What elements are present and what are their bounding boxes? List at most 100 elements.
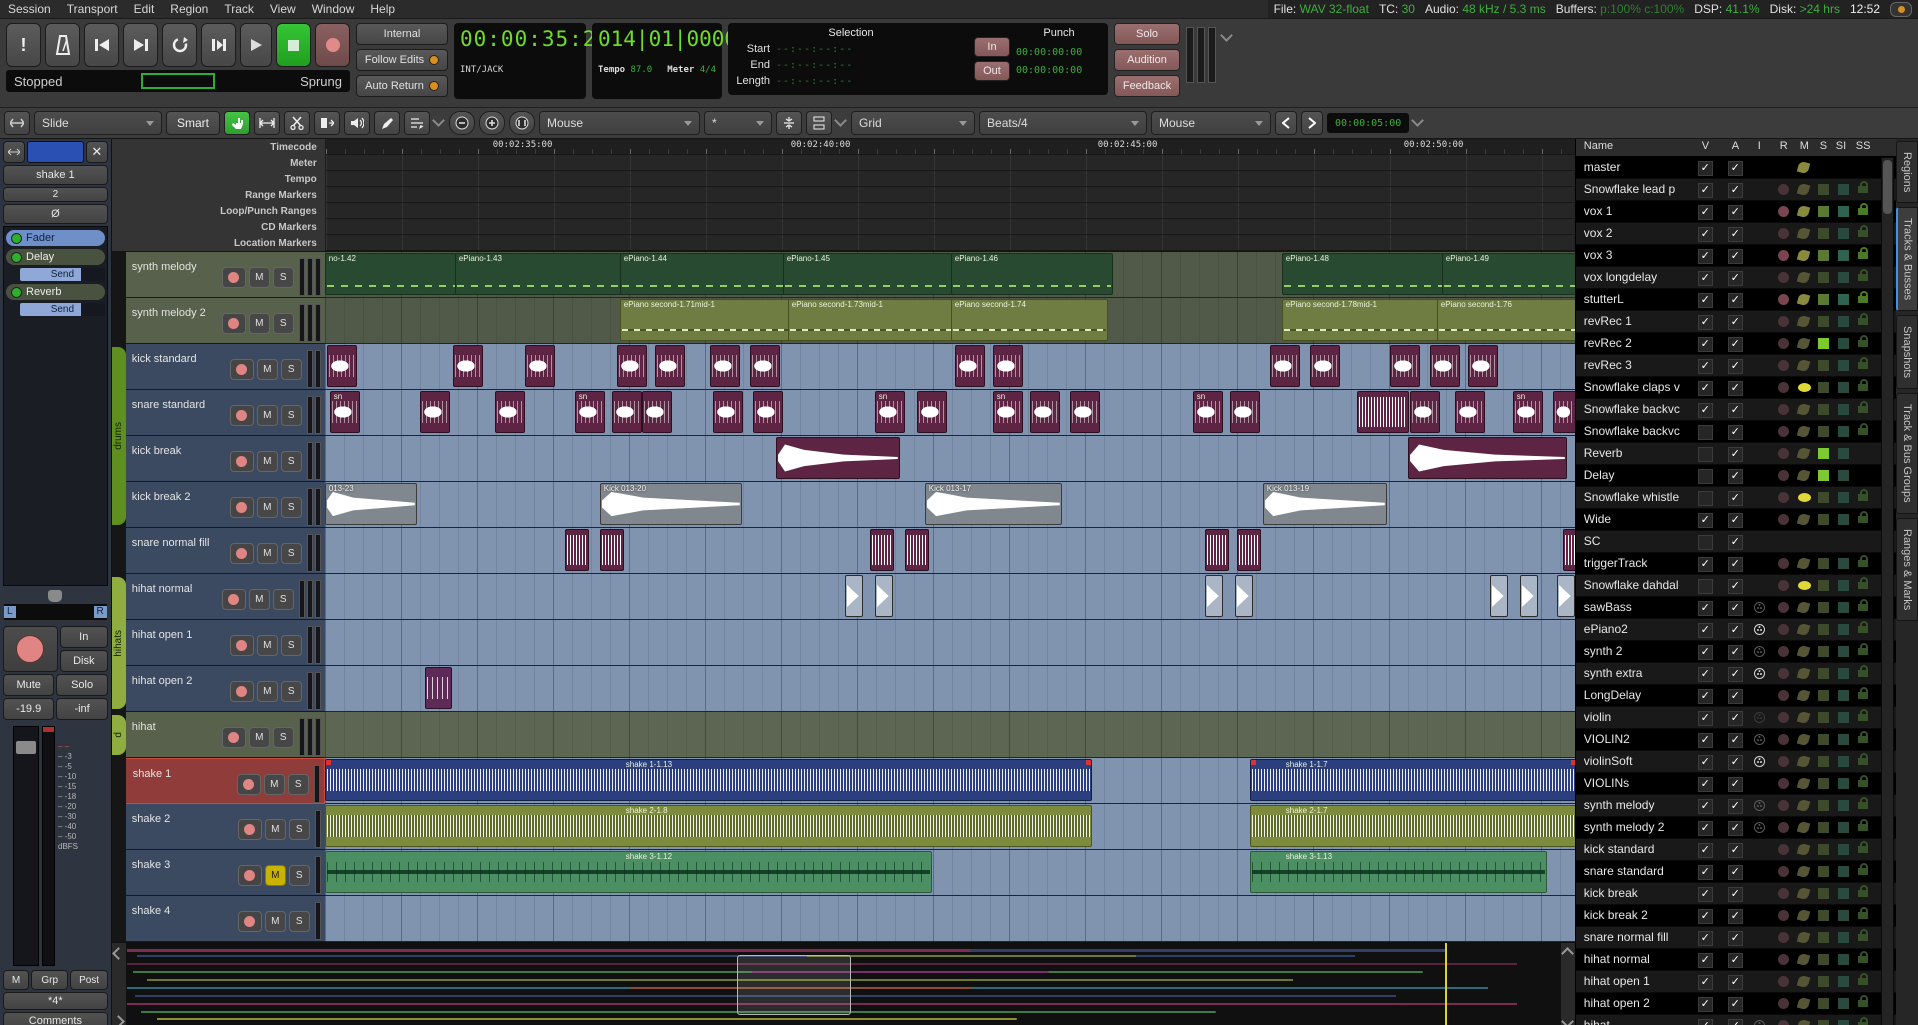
menu-view[interactable]: View bbox=[262, 2, 304, 16]
zoom-in-button[interactable] bbox=[479, 111, 505, 135]
ruler-label-range-markers[interactable]: Range Markers bbox=[112, 187, 325, 203]
track-record-button[interactable] bbox=[222, 267, 246, 288]
visible-checkbox[interactable] bbox=[1698, 535, 1713, 550]
track-lane[interactable] bbox=[325, 666, 1575, 712]
visible-checkbox[interactable]: ✓ bbox=[1698, 843, 1713, 858]
track-solo-button[interactable]: S bbox=[289, 911, 310, 932]
side-tab-snapshots[interactable]: Snapshots bbox=[1896, 315, 1918, 389]
region[interactable] bbox=[955, 345, 985, 387]
visible-checkbox[interactable]: ✓ bbox=[1698, 931, 1713, 946]
track-list-row[interactable]: LongDelay✓✓ bbox=[1576, 685, 1896, 707]
track-list-row[interactable]: Reverb✓ bbox=[1576, 443, 1896, 465]
range-tool-button[interactable] bbox=[254, 111, 280, 135]
track-list-row[interactable]: vox 2✓✓ bbox=[1576, 223, 1896, 245]
active-checkbox[interactable]: ✓ bbox=[1728, 821, 1743, 836]
smart-mode-button[interactable]: Smart bbox=[166, 111, 220, 135]
track-record-button[interactable] bbox=[230, 359, 254, 380]
track-header[interactable]: shake 3MS bbox=[112, 850, 325, 896]
track-header[interactable]: shake 1MS bbox=[112, 758, 325, 804]
col-si[interactable]: SI bbox=[1836, 140, 1846, 152]
scroll-down-icon[interactable] bbox=[1561, 1015, 1574, 1025]
region[interactable]: ePiano-1.46 bbox=[951, 253, 1113, 295]
track-list-row[interactable]: synth melody 2✓✓ bbox=[1576, 817, 1896, 839]
visible-checkbox[interactable]: ✓ bbox=[1698, 799, 1713, 814]
strip-color-swatch[interactable] bbox=[27, 141, 84, 163]
track-record-button[interactable] bbox=[237, 774, 261, 795]
strip-solo-button[interactable]: Solo bbox=[56, 674, 107, 696]
track-mute-button[interactable]: M bbox=[257, 635, 278, 656]
region[interactable]: ePiano-1.48 bbox=[1282, 253, 1444, 295]
track-list-row[interactable]: Snowflake backvc✓✓ bbox=[1576, 399, 1896, 421]
active-checkbox[interactable]: ✓ bbox=[1728, 183, 1743, 198]
solo-button[interactable]: Solo bbox=[1114, 23, 1180, 45]
region[interactable] bbox=[612, 391, 642, 433]
visible-checkbox[interactable]: ✓ bbox=[1698, 227, 1713, 242]
region[interactable]: shake 2-1.7 bbox=[1250, 805, 1575, 847]
track-list-row[interactable]: Snowflake whistle✓ bbox=[1576, 487, 1896, 509]
monitor-disk-button[interactable]: Disk bbox=[60, 650, 108, 672]
track-list-row[interactable]: kick break 2✓✓ bbox=[1576, 905, 1896, 927]
track-lane[interactable] bbox=[325, 896, 1575, 942]
region[interactable] bbox=[1455, 391, 1485, 433]
region[interactable]: sn bbox=[993, 391, 1023, 433]
track-list-row[interactable]: sawBass✓✓ bbox=[1576, 597, 1896, 619]
track-mute-button[interactable]: M bbox=[249, 267, 270, 288]
region[interactable]: no-1.42 bbox=[325, 253, 457, 295]
menu-session[interactable]: Session bbox=[0, 2, 59, 16]
track-list-row[interactable]: Snowflake dahdal✓ bbox=[1576, 575, 1896, 597]
track-mute-button[interactable]: M bbox=[257, 497, 278, 518]
region[interactable] bbox=[1520, 575, 1538, 617]
side-tab-regions[interactable]: Regions bbox=[1896, 141, 1918, 203]
tracks-list-scrollbar[interactable] bbox=[1881, 157, 1894, 1025]
track-mute-button[interactable]: M bbox=[257, 405, 278, 426]
region[interactable] bbox=[327, 345, 357, 387]
track-mute-button[interactable]: M bbox=[257, 451, 278, 472]
visible-checkbox[interactable]: ✓ bbox=[1698, 997, 1713, 1012]
region[interactable] bbox=[753, 391, 783, 433]
auto-return-button[interactable]: Auto Return bbox=[356, 75, 448, 97]
visible-checkbox[interactable]: ✓ bbox=[1698, 887, 1713, 902]
track-list-row[interactable]: hihat✓✓ bbox=[1576, 1015, 1896, 1025]
summary-right-nav[interactable] bbox=[1560, 943, 1575, 1025]
active-checkbox[interactable]: ✓ bbox=[1728, 293, 1743, 308]
track-solo-button[interactable]: S bbox=[281, 681, 302, 702]
region[interactable] bbox=[1553, 391, 1575, 433]
region[interactable]: ePiano second-1.71mid-1 bbox=[620, 299, 790, 341]
region[interactable] bbox=[713, 391, 743, 433]
metering-point-button[interactable]: M bbox=[3, 970, 29, 990]
region[interactable] bbox=[1468, 345, 1498, 387]
send-slot[interactable]: Send bbox=[20, 303, 105, 316]
track-mute-button[interactable]: M bbox=[265, 911, 286, 932]
visible-checkbox[interactable]: ✓ bbox=[1698, 689, 1713, 704]
track-solo-button[interactable]: S bbox=[281, 359, 302, 380]
active-checkbox[interactable]: ✓ bbox=[1728, 227, 1743, 242]
track-list-row[interactable]: vox 1✓✓ bbox=[1576, 201, 1896, 223]
track-list-row[interactable]: triggerTrack✓✓ bbox=[1576, 553, 1896, 575]
track-lane[interactable]: shake 2-1.8shake 2-1.7 bbox=[325, 804, 1575, 850]
track-list-row[interactable]: revRec 3✓✓ bbox=[1576, 355, 1896, 377]
edit-point-dropdown[interactable]: Mouse bbox=[1151, 111, 1271, 135]
strip-track-name[interactable]: shake 1 bbox=[3, 165, 108, 185]
active-checkbox[interactable]: ✓ bbox=[1728, 887, 1743, 902]
track-solo-button[interactable]: S bbox=[281, 543, 302, 564]
track-record-button[interactable] bbox=[230, 497, 254, 518]
ruler-row-5[interactable] bbox=[326, 219, 1575, 235]
visible-checkbox[interactable]: ✓ bbox=[1698, 359, 1713, 374]
strip-mute-button[interactable]: Mute bbox=[3, 674, 54, 696]
region[interactable] bbox=[425, 667, 452, 709]
track-list-row[interactable]: master✓✓ bbox=[1576, 157, 1896, 179]
track-header[interactable]: hihat open 1MS bbox=[112, 620, 325, 666]
menu-region[interactable]: Region bbox=[162, 2, 216, 16]
track-header[interactable]: kick breakMS bbox=[112, 436, 325, 482]
layer-display-button[interactable]: *4* bbox=[3, 992, 108, 1010]
active-checkbox[interactable]: ✓ bbox=[1728, 601, 1743, 616]
toolbar-options-chevron-icon[interactable] bbox=[1411, 114, 1424, 127]
active-checkbox[interactable]: ✓ bbox=[1728, 535, 1743, 550]
active-checkbox[interactable]: ✓ bbox=[1728, 249, 1743, 264]
region[interactable]: ePiano second-1.74 bbox=[951, 299, 1108, 341]
visible-checkbox[interactable]: ✓ bbox=[1698, 183, 1713, 198]
visible-checkbox[interactable]: ✓ bbox=[1698, 557, 1713, 572]
region[interactable] bbox=[642, 391, 672, 433]
processor-slot[interactable]: Delay bbox=[6, 249, 105, 265]
region[interactable]: ePiano second-1.78mid-1 bbox=[1282, 299, 1439, 341]
